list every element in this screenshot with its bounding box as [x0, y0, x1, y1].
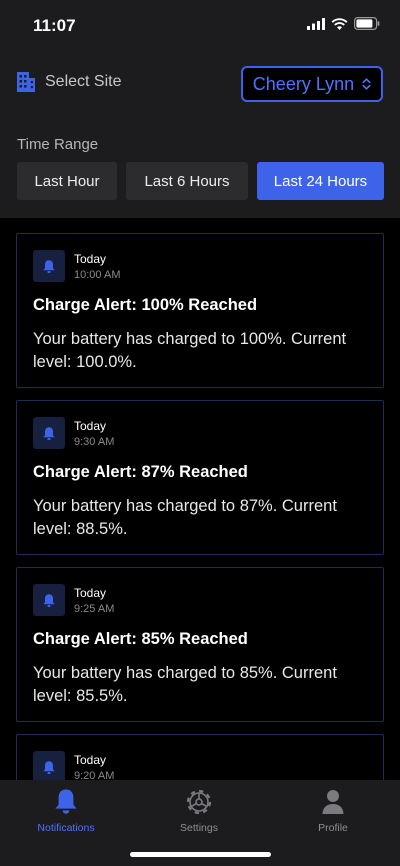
- notification-time: 9:20 AM: [74, 770, 115, 780]
- building-icon: [17, 72, 35, 92]
- bell-icon: [43, 760, 55, 774]
- tab-notifications-label: Notifications: [37, 822, 95, 834]
- notification-day: Today: [74, 586, 107, 600]
- notification-feed[interactable]: Today 10:00 AM Charge Alert: 100% Reache…: [0, 218, 400, 780]
- home-indicator[interactable]: [130, 852, 271, 857]
- notification-body: Your battery has charged to 85%. Current…: [33, 664, 337, 705]
- select-site-label: Select Site: [45, 73, 122, 90]
- bell-icon-box: [33, 250, 65, 282]
- notification-time: 9:25 AM: [74, 603, 115, 615]
- notification-body: Your battery has charged to 87%. Current…: [33, 497, 337, 538]
- header: Select Site Cheery Lynn Time Range Last …: [0, 50, 400, 218]
- time-range-label: Time Range: [17, 136, 99, 153]
- notification-title: Charge Alert: 85% Reached: [33, 630, 248, 648]
- bell-icon-box: [33, 751, 65, 780]
- range-last-24-hours-button[interactable]: Last 24 Hours: [257, 162, 384, 200]
- tab-profile-label: Profile: [318, 822, 348, 834]
- bell-icon: [43, 259, 55, 273]
- bell-icon-box: [33, 417, 65, 449]
- battery-icon: [354, 17, 380, 30]
- notification-body: Your battery has charged to 100%. Curren…: [33, 330, 347, 371]
- wifi-icon: [331, 17, 348, 30]
- tab-notifications[interactable]: Notifications: [11, 788, 121, 834]
- tab-settings[interactable]: Settings: [144, 788, 254, 834]
- bell-icon: [43, 593, 55, 607]
- notification-card[interactable]: Today 10:00 AM Charge Alert: 100% Reache…: [16, 233, 384, 388]
- notification-day: Today: [74, 419, 107, 433]
- person-icon: [322, 790, 344, 814]
- bell-icon-box: [33, 584, 65, 616]
- site-select[interactable]: Cheery Lynn: [241, 66, 383, 102]
- notification-time: 10:00 AM: [74, 269, 121, 281]
- tab-settings-label: Settings: [180, 822, 218, 834]
- tab-profile[interactable]: Profile: [278, 788, 388, 834]
- chevron-up-down-icon: [362, 78, 371, 90]
- notification-card[interactable]: Today 9:25 AM Charge Alert: 85% Reached …: [16, 567, 384, 722]
- notification-time: 9:30 AM: [74, 436, 115, 448]
- notification-title: Charge Alert: 100% Reached: [33, 296, 258, 314]
- notification-card[interactable]: Today 9:20 AM: [16, 734, 384, 780]
- status-time: 11:07: [33, 16, 76, 35]
- range-last-hour-button[interactable]: Last Hour: [17, 162, 117, 200]
- range-last-6-hours-button[interactable]: Last 6 Hours: [126, 162, 248, 200]
- notification-title: Charge Alert: 87% Reached: [33, 463, 248, 481]
- site-row: Select Site Cheery Lynn: [17, 66, 383, 102]
- time-range-buttons: Last Hour Last 6 Hours Last 24 Hours: [17, 162, 384, 200]
- notification-day: Today: [74, 753, 107, 767]
- notification-card[interactable]: Today 9:30 AM Charge Alert: 87% Reached …: [16, 400, 384, 555]
- status-icons: [307, 17, 380, 30]
- bell-icon: [43, 426, 55, 440]
- cellular-signal-icon: [307, 17, 325, 30]
- site-label: Select Site: [17, 72, 121, 92]
- status-bar: 11:07: [0, 0, 400, 50]
- notification-day: Today: [74, 252, 107, 266]
- site-select-value: Cheery Lynn: [252, 73, 355, 94]
- gear-icon: [186, 789, 212, 815]
- bell-icon: [55, 789, 77, 814]
